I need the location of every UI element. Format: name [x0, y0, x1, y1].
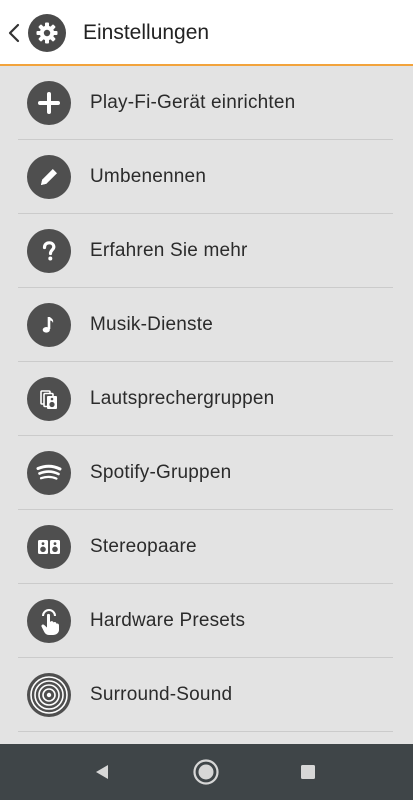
touch-hand-icon	[27, 599, 71, 643]
music-note-icon	[27, 303, 71, 347]
menu-item-label: Umbenennen	[90, 166, 207, 187]
gear-icon	[28, 14, 66, 52]
menu-item-label: Musik-Dienste	[90, 314, 213, 335]
back-button[interactable]	[4, 20, 24, 46]
question-icon	[27, 229, 71, 273]
menu-item-setup-device[interactable]: Play-Fi-Gerät einrichten	[0, 66, 413, 140]
recents-nav-icon	[301, 765, 315, 779]
menu-item-music-services[interactable]: Musik-Dienste	[0, 288, 413, 362]
settings-list: Play-Fi-Gerät einrichten Umbenennen Erfa…	[0, 66, 413, 732]
menu-item-label: Play-Fi-Gerät einrichten	[90, 92, 296, 113]
chevron-left-icon	[8, 23, 20, 43]
menu-item-label: Surround-Sound	[90, 684, 233, 705]
pencil-icon	[27, 155, 71, 199]
surround-icon	[27, 673, 71, 717]
back-nav-icon	[96, 765, 108, 779]
system-nav-bar	[0, 744, 413, 800]
menu-item-learn-more[interactable]: Erfahren Sie mehr	[0, 214, 413, 288]
plus-icon	[27, 81, 71, 125]
menu-item-label: Hardware Presets	[90, 610, 246, 631]
menu-item-label: Spotify-Gruppen	[90, 462, 232, 483]
home-nav-icon	[193, 759, 219, 785]
menu-item-speaker-groups[interactable]: Lautsprechergruppen	[0, 362, 413, 436]
menu-item-label: Lautsprechergruppen	[90, 388, 275, 409]
page-title: Einstellungen	[83, 21, 210, 44]
speaker-group-icon	[27, 377, 71, 421]
menu-item-surround-sound[interactable]: Surround-Sound	[0, 658, 413, 732]
menu-item-rename[interactable]: Umbenennen	[0, 140, 413, 214]
app-header: Einstellungen	[0, 0, 413, 66]
menu-item-label: Stereopaare	[90, 536, 197, 557]
nav-back-button[interactable]	[72, 744, 132, 800]
spotify-icon	[27, 451, 71, 495]
menu-item-spotify-groups[interactable]: Spotify-Gruppen	[0, 436, 413, 510]
nav-home-button[interactable]	[176, 744, 236, 800]
stereo-pair-icon	[27, 525, 71, 569]
nav-recents-button[interactable]	[278, 744, 338, 800]
menu-item-stereo-pairs[interactable]: Stereopaare	[0, 510, 413, 584]
menu-item-label: Erfahren Sie mehr	[90, 240, 248, 261]
menu-item-hardware-presets[interactable]: Hardware Presets	[0, 584, 413, 658]
